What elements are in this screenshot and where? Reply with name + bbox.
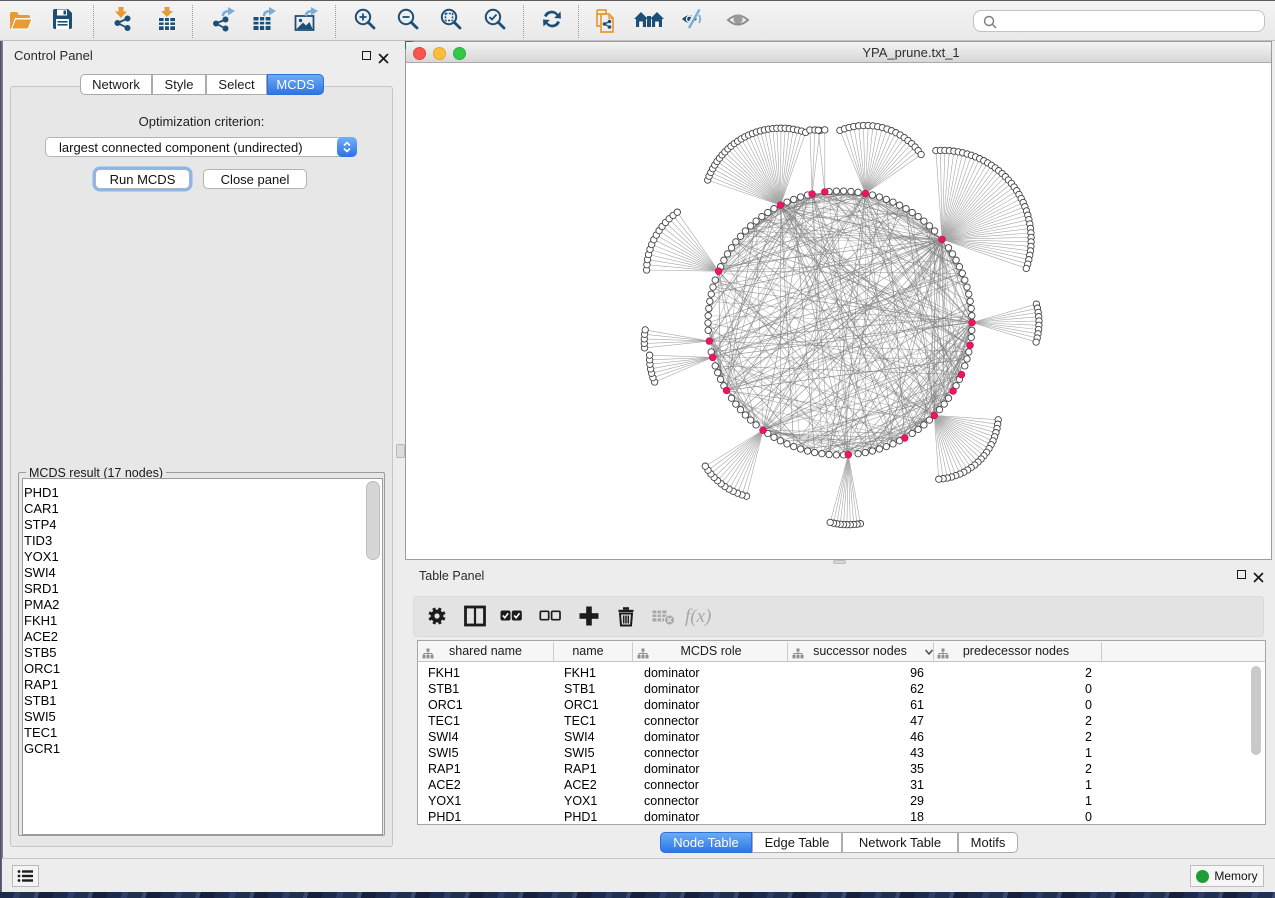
svg-text:f(x): f(x) [685, 606, 711, 627]
